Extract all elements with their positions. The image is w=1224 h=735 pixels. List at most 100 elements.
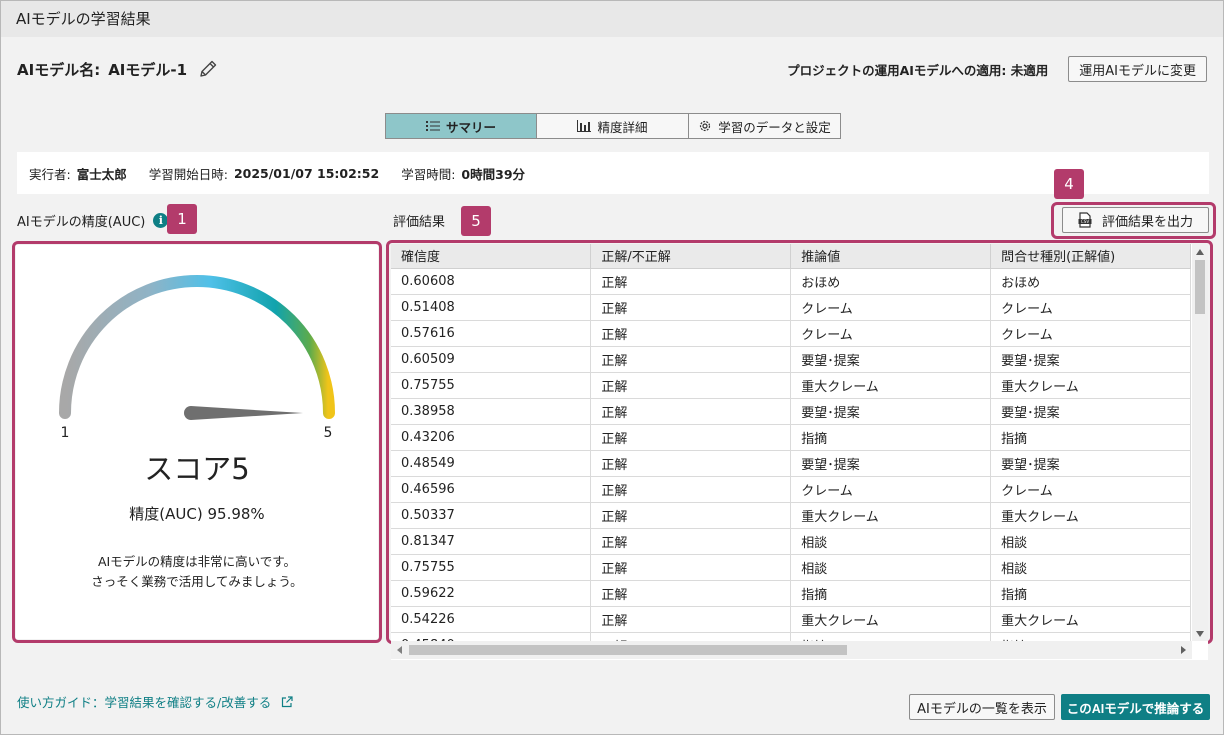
usage-guide-link[interactable]: 使い方ガイド：学習結果を確認する/改善する bbox=[17, 692, 293, 711]
accuracy-section-text: AIモデルの精度(AUC) bbox=[17, 215, 146, 230]
export-results-button[interactable]: CSV 評価結果を出力 bbox=[1062, 207, 1209, 233]
gear-icon bbox=[698, 119, 712, 133]
table-cell: 正解 bbox=[590, 606, 792, 633]
scroll-right-arrow[interactable] bbox=[1181, 646, 1186, 654]
vertical-scrollbar[interactable] bbox=[1192, 244, 1208, 641]
tab-bar: サマリー 精度詳細 学習のデータと設定 bbox=[385, 113, 841, 139]
runner-label: 実行者: bbox=[29, 166, 71, 182]
table-cell: 要望･提案 bbox=[790, 450, 992, 477]
table-row[interactable]: 0.57616 正解 クレーム クレーム bbox=[391, 320, 1191, 347]
gauge-needle bbox=[184, 406, 303, 420]
table-cell: クレーム bbox=[990, 476, 1191, 503]
duration-label: 学習時間: bbox=[401, 166, 456, 182]
table-cell: 0.57616 bbox=[391, 320, 592, 347]
table-cell: クレーム bbox=[990, 320, 1191, 347]
table-cell: 正解 bbox=[590, 554, 792, 581]
table-cell: 正解 bbox=[590, 502, 792, 529]
apply-status: プロジェクトの運用AIモデルへの適用: 未適用 bbox=[787, 62, 1049, 78]
accuracy-gauge: 1 5 bbox=[59, 275, 335, 441]
table-cell: 0.81347 bbox=[391, 528, 592, 555]
table-cell: 重大クレーム bbox=[990, 372, 1191, 399]
table-row[interactable]: 0.75755 正解 相談 相談 bbox=[391, 554, 1191, 581]
table-row[interactable]: 0.59622 正解 指摘 指摘 bbox=[391, 580, 1191, 607]
table-row[interactable]: 0.43206 正解 指摘 指摘 bbox=[391, 424, 1191, 451]
table-cell: 指摘 bbox=[790, 424, 992, 451]
table-cell: 0.75755 bbox=[391, 372, 592, 399]
infer-with-model-button[interactable]: このAIモデルで推論する bbox=[1061, 694, 1210, 720]
table-cell: クレーム bbox=[790, 294, 992, 321]
table-row[interactable]: 0.38958 正解 要望･提案 要望･提案 bbox=[391, 398, 1191, 425]
table-header-row: 確信度 正解/不正解 推論値 問合せ種別(正解値) bbox=[391, 244, 1191, 269]
table-cell: 0.75755 bbox=[391, 554, 592, 581]
scroll-down-arrow[interactable] bbox=[1196, 631, 1204, 637]
table-row[interactable]: 0.51408 正解 クレーム クレーム bbox=[391, 294, 1191, 321]
table-cell: 指摘 bbox=[990, 580, 1191, 607]
results-table: 確信度 正解/不正解 推論値 問合せ種別(正解値) 0.60608 正解 おほめ おほめ 0.… bbox=[391, 244, 1191, 641]
column-header[interactable]: 正解/不正解 bbox=[590, 244, 792, 269]
window-title: AIモデルの学習結果 bbox=[1, 1, 1223, 37]
table-row[interactable]: 0.45840正解指摘指摘 bbox=[391, 632, 1191, 641]
table-cell: 正解 bbox=[590, 580, 792, 607]
accuracy-section-label: AIモデルの精度(AUC) i bbox=[17, 211, 169, 230]
model-name: AIモデル-1 bbox=[108, 60, 188, 79]
table-row[interactable]: 0.60608 正解 おほめ おほめ bbox=[391, 268, 1191, 295]
results-table-panel: 確信度 正解/不正解 推論値 問合せ種別(正解値) 0.60608 正解 おほめ おほめ 0.… bbox=[391, 244, 1208, 660]
table-cell: 0.51408 bbox=[391, 294, 592, 321]
score-text: スコア5 bbox=[144, 452, 250, 486]
table-cell: 正解 bbox=[590, 450, 792, 477]
start-value: 2025/01/07 15:02:52 bbox=[233, 165, 380, 181]
table-cell: 正解 bbox=[590, 346, 792, 373]
gauge-min-label: 1 bbox=[61, 425, 70, 441]
table-row[interactable]: 0.50337 正解 重大クレーム 重大クレーム bbox=[391, 502, 1191, 529]
column-header[interactable]: 問合せ種別(正解値) bbox=[990, 244, 1191, 269]
tab-data-settings[interactable]: 学習のデータと設定 bbox=[689, 113, 841, 139]
table-cell: 正解 bbox=[590, 528, 792, 555]
horizontal-scroll-thumb[interactable] bbox=[409, 645, 847, 655]
table-cell: 要望･提案 bbox=[790, 398, 992, 425]
change-operational-model-button[interactable]: 運用AIモデルに変更 bbox=[1068, 56, 1207, 82]
table-cell: 相談 bbox=[790, 554, 992, 581]
table-cell: 指摘 bbox=[990, 424, 1191, 451]
table-cell: 0.50337 bbox=[391, 502, 592, 529]
callout-badge-1: 1 bbox=[167, 204, 197, 234]
vertical-scroll-thumb[interactable] bbox=[1195, 260, 1205, 314]
table-cell: 正解 bbox=[590, 424, 792, 451]
table-cell: 0.59622 bbox=[391, 580, 592, 607]
tab-accuracy-detail[interactable]: 精度詳細 bbox=[537, 113, 689, 139]
gauge-message-line2: さっそく業務で活用してみましょう。 bbox=[91, 574, 303, 589]
table-cell: 指摘 bbox=[990, 632, 1191, 641]
pencil-icon[interactable] bbox=[197, 58, 219, 80]
table-cell: 正解 bbox=[590, 476, 792, 503]
table-cell: 要望･提案 bbox=[990, 450, 1191, 477]
table-cell: 重大クレーム bbox=[790, 606, 992, 633]
table-row[interactable]: 0.54226 正解 重大クレーム 重大クレーム bbox=[391, 606, 1191, 633]
scroll-left-arrow[interactable] bbox=[397, 646, 402, 654]
table-cell: 指摘 bbox=[790, 632, 992, 641]
table-row[interactable]: 0.60509 正解 要望･提案 要望･提案 bbox=[391, 346, 1191, 373]
list-icon bbox=[425, 120, 440, 132]
table-cell: 重大クレーム bbox=[990, 606, 1191, 633]
column-header[interactable]: 確信度 bbox=[391, 244, 592, 269]
table-cell: クレーム bbox=[790, 476, 992, 503]
table-row[interactable]: 0.46596 正解 クレーム クレーム bbox=[391, 476, 1191, 503]
column-header[interactable]: 推論値 bbox=[790, 244, 992, 269]
table-row[interactable]: 0.48549 正解 要望･提案 要望･提案 bbox=[391, 450, 1191, 477]
horizontal-scrollbar[interactable] bbox=[391, 641, 1192, 659]
scroll-up-arrow[interactable] bbox=[1196, 249, 1204, 255]
table-cell: 正解 bbox=[590, 632, 792, 641]
tab-accuracy-detail-label: 精度詳細 bbox=[597, 119, 648, 135]
table-cell: 0.43206 bbox=[391, 424, 592, 451]
table-row[interactable]: 0.75755 正解 重大クレーム 重大クレーム bbox=[391, 372, 1191, 399]
auc-text: 精度(AUC) 95.98% bbox=[129, 505, 265, 523]
apply-row: プロジェクトの運用AIモデルへの適用: 未適用 運用AIモデルに変更 bbox=[787, 56, 1207, 82]
model-name-row: AIモデル名: AIモデル-1 bbox=[17, 57, 219, 81]
duration-value: 0時間39分 bbox=[461, 166, 526, 182]
model-list-button[interactable]: AIモデルの一覧を表示 bbox=[909, 694, 1055, 720]
bar-chart-icon bbox=[577, 120, 592, 132]
table-cell: クレーム bbox=[790, 320, 992, 347]
table-row[interactable]: 0.81347 正解 相談 相談 bbox=[391, 528, 1191, 555]
tab-summary[interactable]: サマリー bbox=[385, 113, 537, 139]
start-label: 学習開始日時: bbox=[148, 166, 228, 182]
table-cell: 相談 bbox=[990, 528, 1191, 555]
table-cell: 指摘 bbox=[790, 580, 992, 607]
